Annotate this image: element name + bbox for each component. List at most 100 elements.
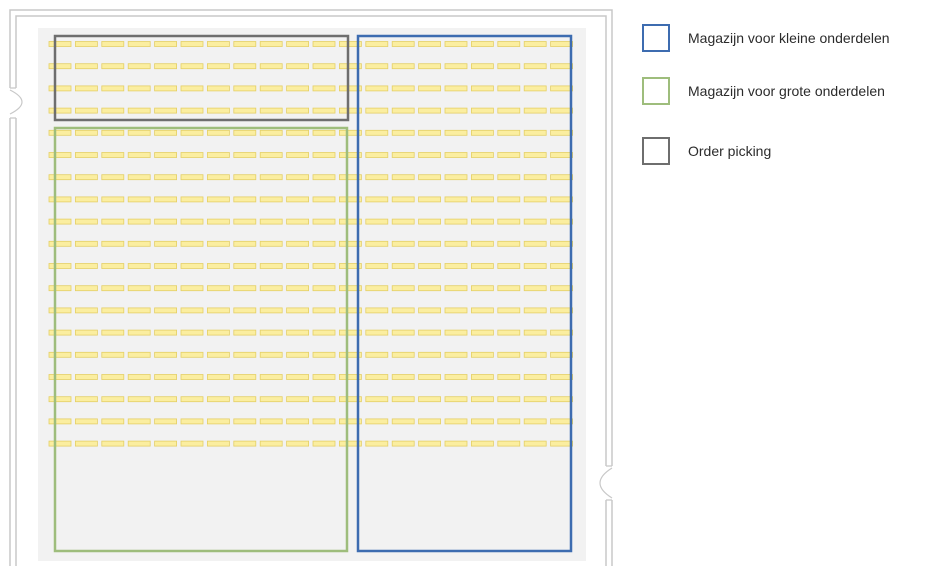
rack — [127, 240, 151, 247]
rack — [48, 174, 72, 181]
rack — [497, 418, 521, 425]
rack — [233, 218, 257, 225]
rack — [127, 152, 151, 158]
legend-item-small-parts: Magazijn voor kleine onderdelen — [642, 22, 890, 54]
rack — [75, 329, 98, 336]
rack — [550, 285, 573, 292]
rack — [206, 440, 230, 447]
rack — [127, 307, 151, 314]
rack — [444, 63, 468, 70]
legend-swatch-order-picking — [642, 137, 670, 165]
rack — [101, 396, 125, 403]
rack — [286, 263, 310, 269]
rack — [259, 329, 283, 336]
rack — [127, 196, 151, 203]
rack — [127, 418, 151, 425]
rack — [180, 129, 204, 136]
rack — [391, 174, 415, 181]
rack — [470, 41, 494, 47]
rack — [180, 396, 204, 403]
rack — [286, 174, 310, 181]
rack — [180, 152, 204, 158]
rack — [48, 240, 72, 247]
rack — [470, 85, 494, 92]
rack — [444, 218, 468, 225]
rack — [48, 85, 72, 92]
rack — [127, 218, 151, 225]
rack — [206, 107, 230, 114]
rack — [550, 307, 573, 314]
rack — [470, 351, 494, 358]
rack — [233, 440, 257, 447]
rack — [206, 374, 230, 380]
rack — [154, 285, 178, 292]
rack — [550, 152, 573, 158]
rack — [48, 196, 72, 203]
rack — [75, 218, 98, 225]
rack — [75, 285, 98, 292]
rack — [444, 129, 468, 136]
rack — [154, 396, 178, 403]
rack — [365, 307, 389, 314]
rack — [180, 285, 204, 292]
rack — [48, 396, 72, 403]
rack — [286, 129, 310, 136]
rack — [259, 240, 283, 247]
rack — [259, 107, 283, 114]
rack — [497, 374, 521, 380]
rack — [312, 263, 336, 269]
rack — [233, 174, 257, 181]
rack — [154, 329, 178, 336]
rack — [312, 351, 336, 358]
rack — [180, 196, 204, 203]
rack — [75, 351, 98, 358]
rack — [312, 440, 336, 447]
rack — [444, 41, 468, 47]
rack — [206, 196, 230, 203]
rack — [233, 418, 257, 425]
rack — [127, 63, 151, 70]
rack — [259, 285, 283, 292]
rack — [101, 285, 125, 292]
rack — [233, 307, 257, 314]
rack — [444, 374, 468, 380]
rack — [233, 196, 257, 203]
rack — [550, 107, 573, 114]
rack — [523, 240, 547, 247]
rack — [497, 85, 521, 92]
rack — [444, 440, 468, 447]
rack — [391, 240, 415, 247]
rack — [180, 329, 204, 336]
rack — [497, 440, 521, 447]
rack — [365, 440, 389, 447]
rack — [550, 440, 573, 447]
rack — [286, 396, 310, 403]
rack — [418, 107, 442, 114]
rack — [418, 196, 442, 203]
rack — [48, 263, 72, 269]
legend-label-large-parts: Magazijn voor grote onderdelen — [688, 83, 885, 99]
rack — [233, 85, 257, 92]
rack — [180, 218, 204, 225]
rack — [497, 41, 521, 47]
warehouse-floorplan — [9, 9, 613, 566]
rack — [154, 107, 178, 114]
rack — [365, 418, 389, 425]
rack — [418, 285, 442, 292]
rack — [233, 129, 257, 136]
rack — [444, 152, 468, 158]
rack — [470, 196, 494, 203]
rack — [550, 41, 573, 47]
rack — [259, 418, 283, 425]
rack — [154, 174, 178, 181]
rack — [418, 351, 442, 358]
rack — [470, 107, 494, 114]
rack — [180, 440, 204, 447]
rack — [550, 129, 573, 136]
rack — [365, 351, 389, 358]
rack — [259, 174, 283, 181]
rack — [48, 351, 72, 358]
rack — [523, 218, 547, 225]
rack — [497, 107, 521, 114]
rack — [312, 329, 336, 336]
